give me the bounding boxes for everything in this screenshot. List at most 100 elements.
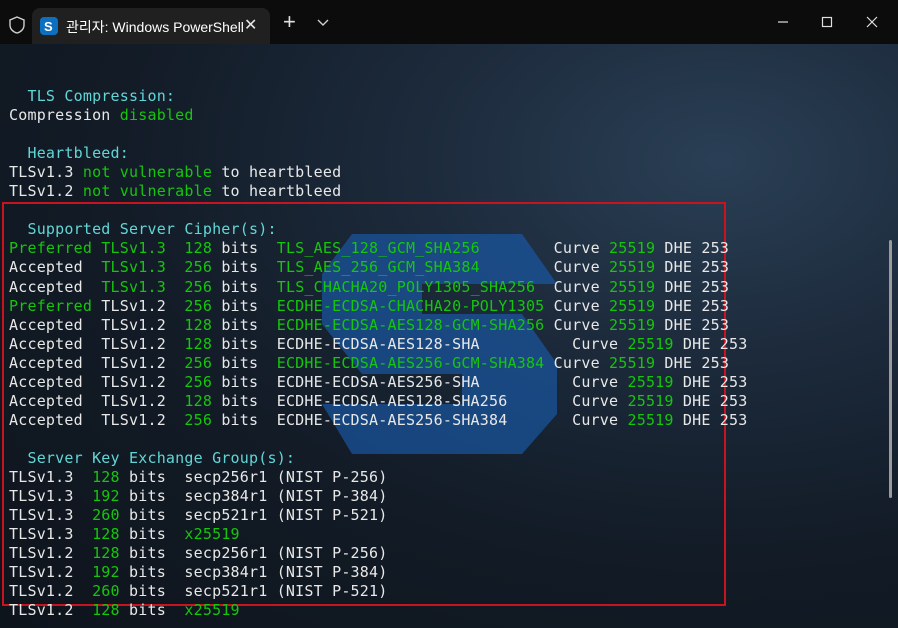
terminal-text: 256 (184, 277, 213, 296)
terminal-text: 25519 (627, 334, 674, 353)
terminal-text: TLSv1.2 (9, 563, 93, 582)
terminal-text: 25519 (609, 296, 656, 315)
terminal-text: not vulnerable (82, 182, 213, 201)
terminal-line: Server Key Exchange Group(s): (9, 449, 748, 468)
tab-powershell[interactable]: S 관리자: Windows PowerShell ✕ (32, 8, 270, 44)
terminal-text: bits (212, 315, 277, 334)
terminal-line: TLSv1.2 128 bits secp256r1 (NIST P-256) (9, 544, 748, 563)
terminal-text: bits ECDHE-ECDSA-AES256-SHA384 Curve (212, 410, 628, 429)
terminal-line: Accepted TLSv1.2 128 bits ECDHE-ECDSA-AE… (9, 316, 748, 335)
terminal-text: TLSv1.3 (9, 525, 93, 544)
terminal-text: bits secp256r1 (NIST P-256) (119, 544, 388, 563)
terminal-text: DHE 253 (655, 315, 730, 334)
minimize-icon[interactable] (773, 12, 793, 32)
terminal-text: 128 (184, 315, 213, 334)
terminal-line: Preferred TLSv1.3 128 bits TLS_AES_128_G… (9, 239, 748, 258)
terminal-text: 256 (184, 353, 213, 372)
terminal-text: Preferred (9, 296, 93, 315)
terminal-text: Accepted (9, 277, 102, 296)
terminal-line: Accepted TLSv1.2 128 bits ECDHE-ECDSA-AE… (9, 335, 748, 354)
terminal-line: Accepted TLSv1.3 256 bits TLS_CHACHA20_P… (9, 278, 748, 297)
terminal-text: TLSv1.2 (9, 582, 93, 601)
terminal-text: x25519 (184, 601, 240, 620)
terminal-text: TLSv1.3 (9, 487, 93, 506)
terminal-text: TLSv1.2 (9, 544, 93, 563)
terminal-text: TLSv1.2 (92, 296, 185, 315)
terminal-text: DHE 253 (673, 391, 748, 410)
terminal-text: DHE 253 (673, 372, 748, 391)
terminal-text: 25519 (627, 391, 674, 410)
chevron-down-icon[interactable] (315, 14, 331, 30)
powershell-logo-icon: S (40, 17, 58, 35)
terminal-line: Compression disabled (9, 106, 748, 125)
terminal-line: TLSv1.3 128 bits x25519 (9, 525, 748, 544)
terminal-text: TLSv1.3 (9, 467, 93, 486)
terminal-text: Accepted TLSv1.2 (9, 410, 185, 429)
new-tab-button[interactable]: + (283, 11, 296, 33)
terminal-text: bits ECDHE-ECDSA-AES128-SHA256 Curve (212, 391, 628, 410)
terminal-text: TLS_CHACHA20_POLY1305_SHA256 (276, 277, 536, 296)
terminal-line: TLSv1.3 192 bits secp384r1 (NIST P-384) (9, 487, 748, 506)
terminal-pane[interactable]: TLS Compression: Compression disabled Hea… (0, 44, 898, 628)
terminal-text: TLSv1.3 (101, 277, 166, 296)
terminal-line: Accepted TLSv1.2 256 bits ECDHE-ECDSA-AE… (9, 373, 748, 392)
terminal-text: 256 (184, 258, 213, 277)
terminal-text: Accepted TLSv1.2 (9, 353, 185, 372)
terminal-text: Server Key Exchange Group(s): (9, 448, 296, 467)
terminal-text: x25519 (184, 525, 240, 544)
terminal-text: to heartbleed (212, 163, 342, 182)
terminal-text: Accepted (9, 258, 102, 277)
terminal-text: disabled (119, 106, 194, 125)
terminal-text: ECDHE-ECDSA-AES256-GCM-SHA384 (276, 353, 545, 372)
terminal-text: 260 (92, 582, 120, 601)
terminal-text: bits ECDHE-ECDSA-AES128-SHA Curve (212, 334, 628, 353)
terminal-line: TLSv1.3 260 bits secp521r1 (NIST P-521) (9, 506, 748, 525)
terminal-text: 25519 (609, 239, 656, 258)
terminal-text: bits ECDHE-ECDSA-AES256-SHA Curve (212, 372, 628, 391)
terminal-text: bits secp521r1 (NIST P-521) (119, 582, 388, 601)
terminal-text: 128 (184, 334, 213, 353)
scrollbar[interactable] (889, 240, 892, 498)
terminal-text: 128 (184, 239, 213, 258)
terminal-text: Curve (479, 239, 610, 258)
terminal-line: TLSv1.3 not vulnerable to heartbleed (9, 163, 748, 182)
terminal-line: Accepted TLSv1.2 256 bits ECDHE-ECDSA-AE… (9, 411, 748, 430)
terminal-text: Accepted TLSv1.2 (9, 372, 185, 391)
terminal-text: 25519 (609, 277, 656, 296)
terminal-text: bits (212, 258, 277, 277)
terminal-text: 25519 (609, 258, 656, 277)
terminal-text: bits (212, 277, 277, 296)
terminal-text: Curve (544, 315, 610, 334)
terminal-text: Curve (535, 277, 610, 296)
terminal-text: 128 (92, 525, 120, 544)
terminal-text: Preferred (9, 239, 93, 258)
terminal-line: TLS Compression: (9, 87, 748, 106)
terminal-text: 25519 (609, 315, 656, 334)
terminal-text: 260 (92, 506, 120, 525)
terminal-output: TLS Compression: Compression disabled Hea… (9, 68, 748, 620)
terminal-text: DHE 253 (655, 296, 730, 315)
terminal-text: TLSv1.3 (101, 258, 166, 277)
tab-close-icon[interactable]: ✕ (244, 15, 257, 35)
terminal-text: Accepted TLSv1.2 (9, 334, 185, 353)
terminal-text: DHE 253 (655, 258, 730, 277)
title-bar: S 관리자: Windows PowerShell ✕ + (0, 0, 898, 44)
terminal-text: 192 (92, 487, 120, 506)
terminal-text: to heartbleed (212, 182, 342, 201)
terminal-text: TLSv1.3 (9, 163, 83, 182)
maximize-icon[interactable] (817, 12, 837, 32)
terminal-text: TLS_AES_256_GCM_SHA384 (276, 258, 480, 277)
terminal-text: Curve (479, 258, 610, 277)
terminal-text: 128 (92, 467, 120, 486)
tab-title: 관리자: Windows PowerShell (66, 19, 244, 35)
close-icon[interactable] (862, 12, 882, 32)
terminal-line: Supported Server Cipher(s): (9, 220, 748, 239)
terminal-text: TLSv1.2 (9, 601, 93, 620)
terminal-line: Preferred TLSv1.2 256 bits ECDHE-ECDSA-C… (9, 297, 748, 316)
terminal-text: Accepted TLSv1.2 (9, 391, 185, 410)
terminal-text: Curve (544, 353, 610, 372)
